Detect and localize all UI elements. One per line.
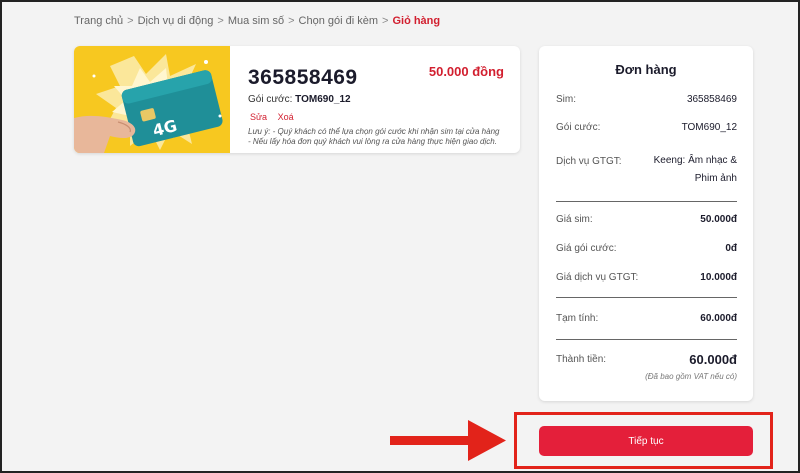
package-line: Gói cước: TOM690_12 — [248, 94, 351, 105]
breadcrumb-separator: > — [382, 15, 389, 27]
summary-label: Giá dịch vụ GTGT: — [556, 272, 639, 283]
breadcrumb-current: Giỏ hàng — [392, 15, 441, 27]
sim-card-image: 4G — [74, 46, 230, 153]
summary-value: TOM690_12 — [681, 122, 737, 133]
summary-value: 365858469 — [686, 94, 737, 105]
summary-label: Giá gói cước: — [556, 243, 617, 254]
summary-label: Gói cước: — [556, 122, 601, 133]
summary-value: 60.000đ — [700, 313, 737, 324]
summary-value: Keeng: Âm nhạc & Phim ảnh — [654, 152, 737, 188]
summary-label: Thành tiền: — [556, 354, 607, 365]
package-label: Gói cước: — [248, 94, 293, 105]
summary-divider — [556, 339, 737, 340]
arrow-right-icon — [390, 420, 506, 461]
summary-value: 0đ — [725, 243, 737, 254]
summary-label: Giá sim: — [556, 214, 593, 225]
breadcrumb-mobile-services[interactable]: Dịch vụ di động — [138, 15, 214, 27]
summary-label: Sim: — [556, 94, 576, 105]
sim-price: 50.000 đồng — [428, 64, 504, 79]
breadcrumb-separator: > — [127, 15, 134, 27]
breadcrumb-buy-sim[interactable]: Mua sim số — [228, 15, 284, 27]
summary-total-value: 60.000đ — [689, 352, 737, 367]
cart-item-card: 4G 365858469 50.000 đồng Gói cước: TOM69… — [74, 46, 520, 153]
edit-link[interactable]: Sửa — [250, 112, 267, 122]
breadcrumb-separator: > — [217, 15, 224, 27]
breadcrumb-separator: > — [288, 15, 295, 27]
item-actions: Sửa Xoá — [250, 112, 302, 122]
summary-divider — [556, 201, 737, 202]
delete-link[interactable]: Xoá — [278, 112, 294, 122]
summary-value: 50.000đ — [700, 214, 737, 225]
vas-value-line: Keeng: Âm nhạc & — [653, 155, 737, 166]
summary-label: Tạm tính: — [556, 313, 599, 324]
continue-button[interactable]: Tiếp tục — [539, 426, 753, 456]
breadcrumb-choose-package[interactable]: Chọn gói đi kèm — [299, 15, 379, 27]
item-note: Lưu ý: - Quý khách có thể lựa chọn gói c… — [248, 127, 510, 147]
vat-note: (Đã bao gồm VAT nếu có) — [645, 372, 737, 381]
vas-value-line: Phim ảnh — [694, 173, 737, 184]
note-line: Lưu ý: - Quý khách có thể lựa chọn gói c… — [248, 127, 500, 136]
order-summary-panel: Đơn hàng Sim: 365858469 Gói cước: TOM690… — [539, 46, 753, 401]
breadcrumb: Trang chủ > Dịch vụ di động > Mua sim số > Chọ… — [74, 15, 440, 27]
summary-value: 10.000đ — [700, 272, 737, 283]
package-value: TOM690_12 — [295, 94, 351, 105]
summary-divider — [556, 297, 737, 298]
summary-label: Dịch vụ GTGT: — [556, 156, 622, 167]
breadcrumb-home[interactable]: Trang chủ — [74, 15, 123, 27]
sim-number: 365858469 — [248, 66, 358, 89]
note-line: - Nếu lấy hóa đơn quý khách vui lòng ra … — [248, 137, 497, 146]
order-summary-title: Đơn hàng — [615, 62, 677, 77]
